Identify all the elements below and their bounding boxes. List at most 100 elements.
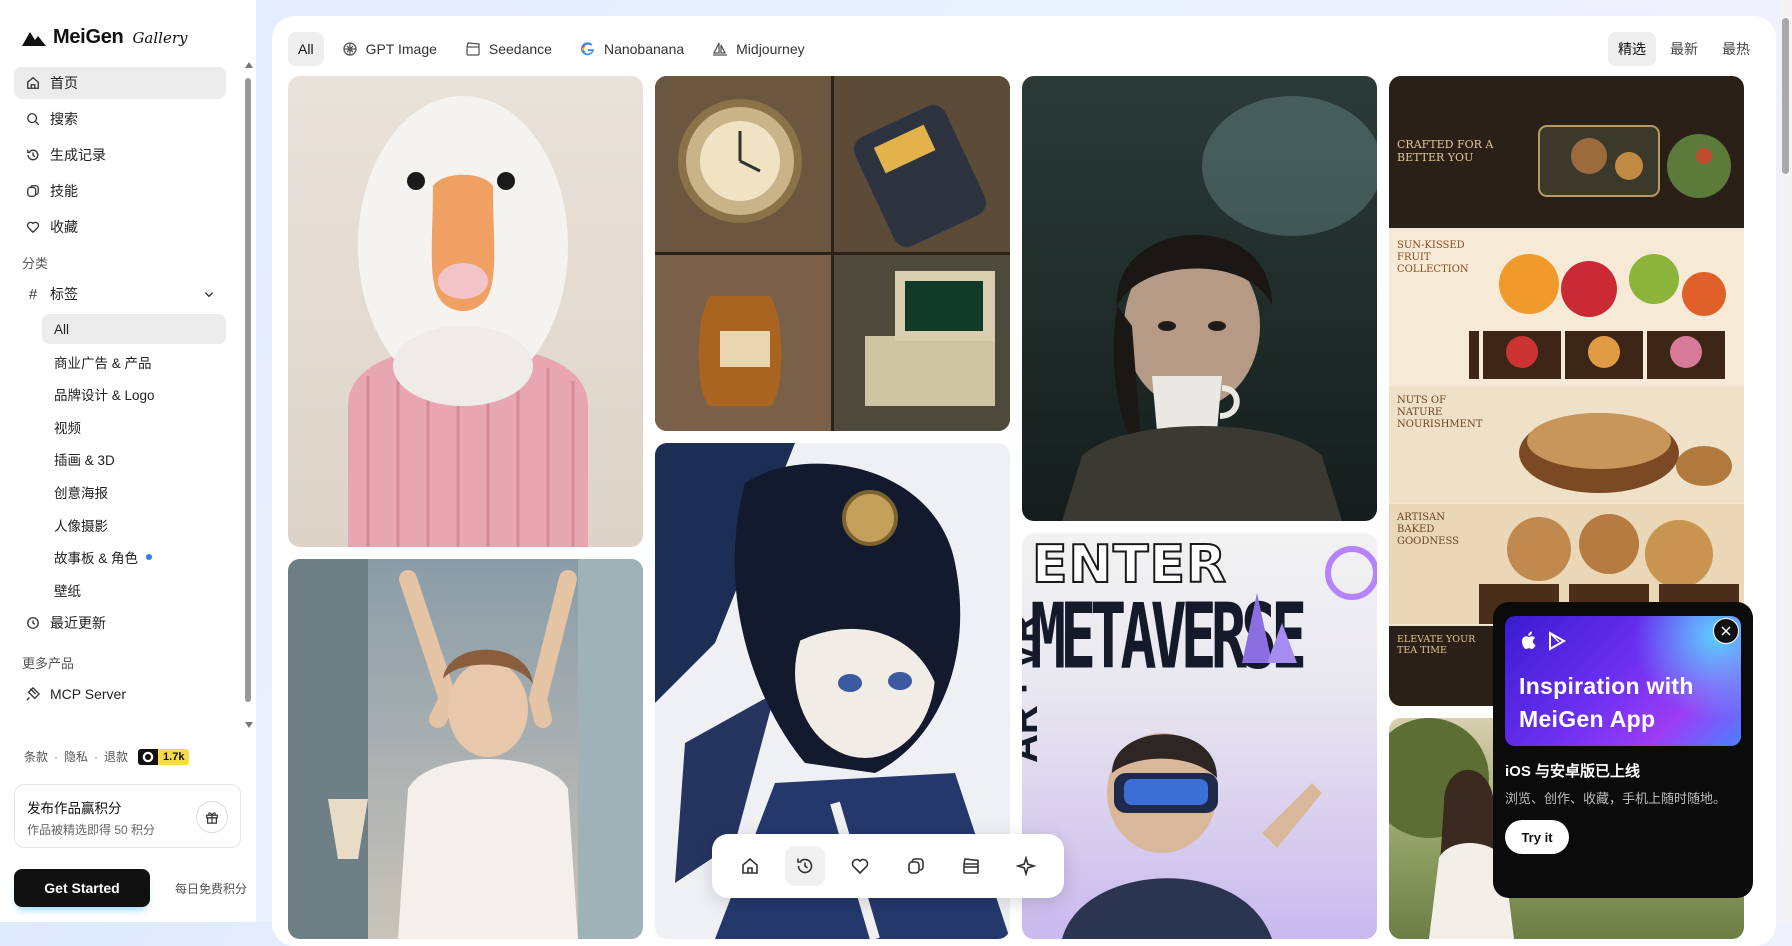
dock-video-button[interactable]: [951, 846, 991, 886]
sidebar-item-label: 首页: [50, 75, 78, 91]
heart-icon: [852, 858, 869, 875]
tag-item-wallpaper[interactable]: 壁纸: [42, 575, 226, 605]
chevron-down-icon: [204, 291, 214, 297]
tag-label: All: [54, 321, 70, 337]
dock-history-button[interactable]: [784, 846, 825, 886]
tags-label: 标签: [50, 286, 78, 302]
earn-points-card[interactable]: 发布作品赢积分 作品被精选即得 50 积分: [14, 784, 241, 848]
get-started-button[interactable]: Get Started: [14, 869, 150, 907]
tag-item-poster[interactable]: 创意海报: [42, 477, 226, 507]
github-badge[interactable]: 1.7k: [138, 748, 190, 765]
sort-featured[interactable]: 精选: [1608, 32, 1656, 66]
sidebar-scrollbar[interactable]: [243, 62, 253, 732]
gallery-card-metaverse[interactable]: ENTER METAVERSE AR · VR: [1022, 533, 1377, 939]
tag-item-storyboard[interactable]: 故事板 & 角色: [42, 542, 226, 572]
scroll-down-arrow-icon[interactable]: [245, 722, 253, 728]
privacy-link[interactable]: 隐私: [64, 748, 88, 765]
sidebar-item-label: 技能: [50, 183, 78, 199]
logo-mountain-icon: [22, 31, 46, 46]
sort-latest[interactable]: 最新: [1660, 32, 1708, 66]
gift-button[interactable]: [196, 801, 228, 833]
sidebar-item-label: 搜索: [50, 111, 78, 127]
sidebar-item-home[interactable]: 首页: [14, 67, 226, 99]
search-icon: [27, 113, 40, 126]
sidebar-item-mcp[interactable]: MCP Server: [14, 678, 226, 710]
filter-label: Nanobanana: [603, 41, 685, 57]
tags-toggle[interactable]: # 标签: [14, 278, 226, 310]
plug-icon: [26, 687, 40, 701]
app-promo-banner: Inspiration with MeiGen App: [1505, 616, 1741, 746]
goose-image: [348, 96, 588, 547]
tag-list: All 商业广告 & 产品 品牌设计 & Logo 视频 插画 & 3D 创意海…: [42, 314, 226, 605]
sidebar-item-label: 收藏: [50, 219, 78, 235]
tag-item-video[interactable]: 视频: [42, 412, 226, 442]
vr-headset-person-image: [1062, 546, 1377, 939]
food-tray-image: [1538, 125, 1731, 198]
sidebar-item-skills[interactable]: 技能: [14, 175, 226, 207]
new-indicator-dot: [146, 554, 153, 561]
tag-item-brand[interactable]: 品牌设计 & Logo: [42, 379, 226, 409]
bottom-dock: [712, 834, 1064, 898]
sidebar-item-history[interactable]: 生成记录: [14, 139, 226, 171]
menu-label-baked: ARTISAN BAKED GOODNESS: [1397, 512, 1459, 547]
gallery-card-miniatures[interactable]: [655, 76, 1010, 431]
dried-fruit-image: [1469, 254, 1726, 379]
menu-label-fruit: SUN-KISSED FRUIT COLLECTION: [1397, 240, 1469, 275]
tag-label: 插画 & 3D: [54, 453, 115, 469]
filter-seedance[interactable]: Seedance: [455, 32, 562, 66]
gallery-card-girl-stretch[interactable]: [288, 559, 643, 939]
daily-credits-link[interactable]: 每日免费积分: [175, 880, 247, 897]
filter-gpt-image[interactable]: GPT Image: [332, 32, 447, 66]
brand-name: MeiGen: [53, 26, 124, 48]
dock-home-button[interactable]: [730, 846, 770, 886]
dock-generate-button[interactable]: [1006, 846, 1046, 886]
logo[interactable]: MeiGen Gallery: [22, 26, 187, 49]
tag-item-portrait[interactable]: 人像摄影: [42, 510, 226, 540]
menu-section-1: CRAFTED FOR A BETTER YOU: [1389, 76, 1744, 228]
scroll-up-arrow-icon[interactable]: [245, 62, 253, 68]
filter-label: Midjourney: [736, 41, 805, 57]
page-scrollbar[interactable]: [1780, 0, 1792, 922]
tag-label: 视频: [54, 420, 81, 436]
nuts-bowl-image: [1519, 413, 1732, 493]
sparkle-icon: [1016, 856, 1037, 876]
sidebar-item-favorites[interactable]: 收藏: [14, 211, 226, 243]
dock-skills-button[interactable]: [896, 846, 936, 886]
dock-favorites-button[interactable]: [840, 846, 880, 886]
page-scroll-thumb[interactable]: [1782, 18, 1789, 174]
category-section-label: 分类: [22, 256, 49, 271]
sort-hottest[interactable]: 最热: [1712, 32, 1760, 66]
popup-description: 浏览、创作、收藏，手机上随时随地。: [1505, 791, 1727, 806]
history-icon: [27, 149, 39, 161]
sidebar-item-label: 生成记录: [50, 147, 106, 163]
terms-link[interactable]: 条款: [24, 748, 48, 765]
tag-label: 壁纸: [54, 583, 81, 599]
tag-label: 人像摄影: [54, 518, 108, 534]
separator-dot: ·: [54, 749, 59, 764]
sidebar-scroll-thumb[interactable]: [245, 78, 251, 702]
google-play-icon: [1549, 631, 1567, 651]
gallery-card-goose[interactable]: [288, 76, 643, 547]
filter-all[interactable]: All: [288, 32, 324, 66]
try-it-button[interactable]: Try it: [1505, 820, 1569, 854]
skills-icon: [907, 858, 924, 874]
gallery-card-coffee-girl[interactable]: [1022, 76, 1377, 521]
github-icon: [138, 748, 159, 765]
tag-item-all[interactable]: All: [42, 314, 226, 344]
brand-tagline: Gallery: [132, 28, 188, 47]
tag-label: 品牌设计 & Logo: [54, 388, 155, 404]
sidebar-item-search[interactable]: 搜索: [14, 103, 226, 135]
sidebar: MeiGen Gallery 首页 搜索 生成记录 技能 收藏 分类 # 标签: [0, 0, 256, 922]
sidebar-item-label: MCP Server: [50, 686, 126, 703]
tag-item-illustration[interactable]: 插画 & 3D: [42, 444, 226, 474]
home-icon: [27, 76, 39, 89]
popup-close-button[interactable]: [1713, 618, 1739, 644]
menu-label-nuts: NUTS OF NATURE NOURISHMENT: [1397, 395, 1483, 430]
sidebar-item-recent[interactable]: 最近更新: [14, 607, 226, 639]
tag-item-commercial[interactable]: 商业广告 & 产品: [42, 347, 226, 377]
filter-midjourney[interactable]: Midjourney: [702, 32, 814, 66]
refund-link[interactable]: 退款: [104, 748, 128, 765]
heart-icon: [26, 221, 40, 234]
filter-nanobanana[interactable]: Nanobanana: [570, 32, 694, 66]
history-icon: [797, 858, 813, 874]
